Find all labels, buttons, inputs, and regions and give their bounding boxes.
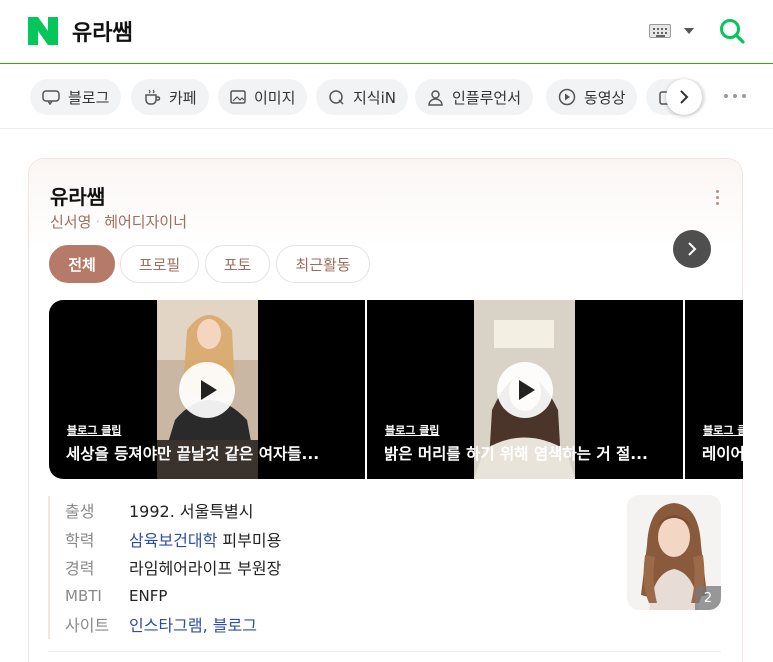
info-key: 출생 <box>65 502 95 522</box>
chevron-right-icon <box>680 90 689 104</box>
profile-info-area: 출생 1992. 서울특별시 학력 삼육보건대학 피부미용 경력 라임헤어라이프… <box>28 158 743 662</box>
divider <box>48 651 721 652</box>
info-key: 학력 <box>65 530 95 550</box>
tab-image[interactable]: 이미지 <box>218 79 308 115</box>
naver-logo[interactable] <box>28 17 58 45</box>
kin-icon <box>329 89 344 105</box>
tab-label: 블로그 <box>68 88 110 107</box>
profile-photo[interactable]: 2 <box>627 495 721 610</box>
info-key: 경력 <box>65 559 95 579</box>
info-value: 1992. 서울특별시 <box>129 502 254 522</box>
blog-icon <box>42 90 60 105</box>
keyboard-icon[interactable] <box>649 24 671 38</box>
tab-label: 동영상 <box>584 88 626 107</box>
link-separator: , <box>202 616 213 636</box>
tab-cafe[interactable]: 카페 <box>131 79 209 115</box>
info-row-education: 학력 삼육보건대학 피부미용 <box>65 525 608 554</box>
photo-count-badge: 2 <box>695 586 721 610</box>
image-icon <box>230 90 246 104</box>
info-value: 피부미용 <box>217 530 282 550</box>
search-icon[interactable] <box>718 17 746 45</box>
info-row-mbti: MBTI ENFP <box>65 582 608 611</box>
search-tabs: 블로그 카페 이미지 지식iN 인플루언서 동영상 <box>0 65 773 129</box>
info-value: 라임헤어라이프 부원장 <box>129 559 282 579</box>
search-header: 유라쌤 <box>0 0 773 64</box>
info-key: MBTI <box>65 586 102 605</box>
tab-video[interactable]: 동영상 <box>546 79 638 115</box>
instagram-link[interactable]: 인스타그램 <box>129 616 203 635</box>
tab-label: 인플루언서 <box>452 88 522 107</box>
person-icon <box>428 89 443 106</box>
school-link[interactable]: 삼육보건대학 <box>129 531 217 550</box>
blog-link[interactable]: 블로그 <box>213 616 257 635</box>
video-icon <box>558 88 576 106</box>
tab-label: 지식iN <box>353 88 396 107</box>
tab-label: 카페 <box>169 88 197 107</box>
info-row-career: 경력 라임헤어라이프 부원장 <box>65 553 608 582</box>
tabs-next-button[interactable] <box>666 79 702 115</box>
more-icon[interactable] <box>722 94 748 100</box>
tab-influencer[interactable]: 인플루언서 <box>415 79 534 115</box>
tab-label: 이미지 <box>254 88 296 107</box>
info-key: 사이트 <box>65 616 110 636</box>
dropdown-caret-icon[interactable] <box>684 28 694 34</box>
cafe-icon <box>145 89 161 105</box>
info-row-birth: 출생 1992. 서울특별시 <box>65 496 608 525</box>
tab-kin[interactable]: 지식iN <box>316 79 408 115</box>
search-query[interactable]: 유라쌤 <box>72 15 133 47</box>
info-value: ENFP <box>129 586 168 605</box>
info-row-site: 사이트 인스타그램, 블로그 <box>65 610 608 639</box>
profile-info: 출생 1992. 서울특별시 학력 삼육보건대학 피부미용 경력 라임헤어라이프… <box>48 496 608 639</box>
tab-blog[interactable]: 블로그 <box>30 79 122 115</box>
